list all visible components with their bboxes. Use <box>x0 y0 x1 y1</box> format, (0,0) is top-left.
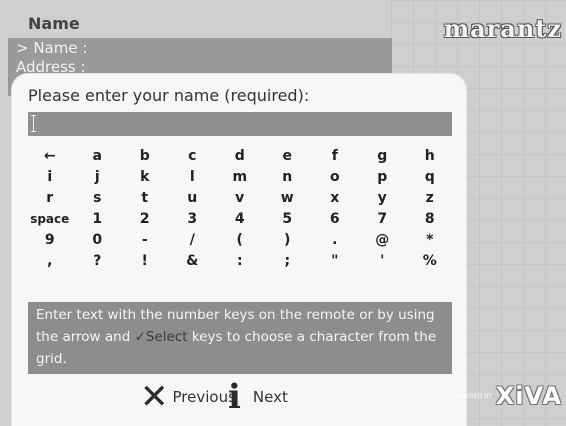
character-key[interactable]: 9 <box>26 230 74 251</box>
powered-by-xiva: POWERED BY XiVA <box>452 382 562 410</box>
character-key[interactable]: z <box>406 188 454 209</box>
key-row: space 1 2 3 4 5 6 7 8 <box>26 209 456 230</box>
character-key[interactable]: 4 <box>216 209 264 230</box>
character-key[interactable]: % <box>406 251 454 272</box>
next-button[interactable]: i Next <box>228 380 288 414</box>
key-row: 9 0- /(). @ * <box>26 230 456 251</box>
character-key[interactable]: ' <box>359 251 407 272</box>
next-label: Next <box>252 388 288 406</box>
character-key[interactable]: f <box>311 146 359 167</box>
dialog-prompt: Please enter your name (required): <box>28 86 310 105</box>
x-icon: ✕ <box>140 377 169 417</box>
character-key[interactable]: j <box>74 167 122 188</box>
character-key[interactable]: 6 <box>311 209 359 230</box>
character-key[interactable]: @ <box>359 230 407 251</box>
character-key[interactable]: g <box>359 146 407 167</box>
previous-label: Previous <box>172 388 236 406</box>
text-cursor <box>31 115 36 132</box>
name-input[interactable] <box>28 112 452 136</box>
character-key[interactable]: ? <box>74 251 122 272</box>
info-icon: i <box>228 377 241 417</box>
character-key[interactable]: o <box>311 167 359 188</box>
character-key[interactable]: v <box>216 188 264 209</box>
character-key[interactable]: w <box>264 188 312 209</box>
character-key[interactable]: ( <box>216 230 264 251</box>
character-key[interactable]: y <box>359 188 407 209</box>
character-key[interactable]: p <box>359 167 407 188</box>
character-key[interactable]: d <box>216 146 264 167</box>
character-key[interactable]: 7 <box>359 209 407 230</box>
character-key[interactable]: : <box>216 251 264 272</box>
character-key[interactable]: " <box>311 251 359 272</box>
character-key[interactable]: i <box>26 167 74 188</box>
character-key[interactable]: ) <box>264 230 312 251</box>
character-key[interactable]: e <box>264 146 312 167</box>
character-key[interactable]: m <box>216 167 264 188</box>
character-key[interactable]: l <box>169 167 217 188</box>
character-key[interactable]: 0 <box>74 230 122 251</box>
help-text: Enter text with the number keys on the r… <box>28 302 452 374</box>
character-key[interactable]: . <box>311 230 359 251</box>
space-key[interactable]: space <box>26 209 74 230</box>
powered-by-label: POWERED BY <box>451 392 492 400</box>
key-row: ,?! &:; " '% <box>26 251 456 272</box>
menu-item-name: > Name : <box>16 39 88 57</box>
character-key[interactable]: t <box>121 188 169 209</box>
character-key[interactable]: 1 <box>74 209 122 230</box>
character-key[interactable]: - <box>121 230 169 251</box>
character-key[interactable]: k <box>121 167 169 188</box>
name-entry-dialog: Please enter your name (required): ← a b c d… <box>12 74 466 426</box>
page-title: Name <box>28 14 80 33</box>
checkmark-icon: ✓ <box>134 329 146 345</box>
key-row: ijklmnopq <box>26 167 456 188</box>
brand-logo: marantz <box>443 14 562 43</box>
backspace-key[interactable]: ← <box>26 146 74 167</box>
character-key[interactable]: , <box>26 251 74 272</box>
character-key[interactable]: n <box>264 167 312 188</box>
character-key[interactable]: 2 <box>121 209 169 230</box>
key-row: rstuvwxyz <box>26 188 456 209</box>
character-key[interactable]: x <box>311 188 359 209</box>
character-key[interactable]: a <box>74 146 122 167</box>
character-key[interactable]: & <box>169 251 217 272</box>
character-key[interactable]: 3 <box>169 209 217 230</box>
character-key[interactable]: ! <box>121 251 169 272</box>
previous-button[interactable]: ✕ Previous <box>140 380 236 414</box>
character-key[interactable]: / <box>169 230 217 251</box>
character-key[interactable]: q <box>406 167 454 188</box>
select-keyword: Select <box>145 329 188 345</box>
character-key[interactable]: 5 <box>264 209 312 230</box>
character-key[interactable]: 8 <box>406 209 454 230</box>
character-key[interactable]: h <box>406 146 454 167</box>
character-key[interactable]: b <box>121 146 169 167</box>
xiva-logo: XiVA <box>495 382 562 410</box>
character-key[interactable]: ; <box>264 251 312 272</box>
character-key[interactable]: r <box>26 188 74 209</box>
key-row: ← a b c d e f g h <box>26 146 456 167</box>
character-key[interactable]: u <box>169 188 217 209</box>
character-grid: ← a b c d e f g h i j k l m n o p q r s t u v w x y z space 1 2 3 4 5 6 7 8… <box>26 146 456 272</box>
character-key[interactable]: s <box>74 188 122 209</box>
character-key[interactable]: c <box>169 146 217 167</box>
character-key[interactable]: * <box>406 230 454 251</box>
